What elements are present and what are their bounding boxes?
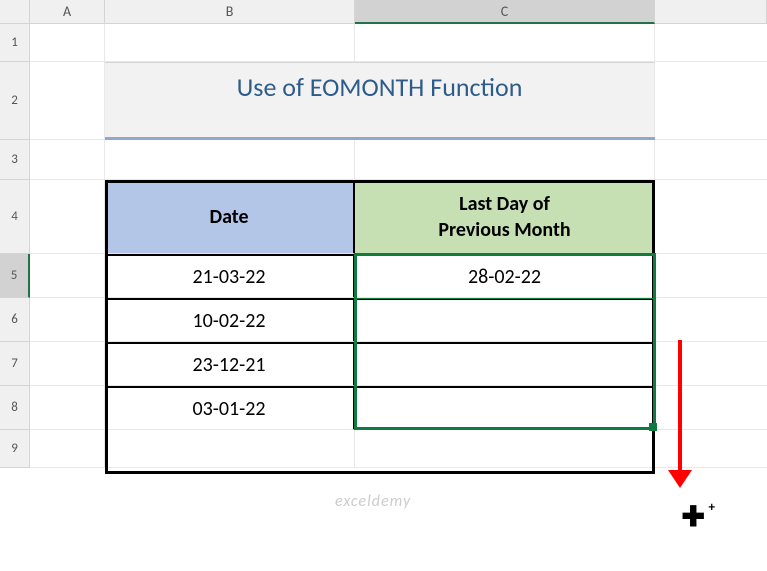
cell-a4[interactable] bbox=[30, 180, 105, 254]
arrow-annotation bbox=[668, 340, 692, 488]
row-header-5[interactable]: 5 bbox=[0, 254, 30, 298]
arrow-head-icon bbox=[668, 470, 692, 488]
cell-b1[interactable] bbox=[105, 24, 355, 62]
row-header-4[interactable]: 4 bbox=[0, 180, 30, 254]
cell-blank-6[interactable] bbox=[655, 298, 767, 342]
col-header-a[interactable]: A bbox=[30, 0, 105, 24]
cell-c3[interactable] bbox=[355, 140, 655, 180]
row-header-8[interactable]: 8 bbox=[0, 386, 30, 430]
cell-c5[interactable]: 28-02-22 bbox=[355, 254, 655, 298]
cell-b7[interactable]: 23-12-21 bbox=[105, 342, 355, 386]
cell-c1[interactable] bbox=[355, 24, 655, 62]
cell-a8[interactable] bbox=[30, 386, 105, 430]
cell-c9[interactable] bbox=[355, 430, 655, 468]
header-lastday-line1: Last Day of bbox=[438, 191, 570, 217]
cell-a3[interactable] bbox=[30, 140, 105, 180]
fill-cursor-plus-icon: + bbox=[709, 501, 715, 514]
cell-a2[interactable] bbox=[30, 62, 105, 140]
cell-b6[interactable]: 10-02-22 bbox=[105, 298, 355, 342]
cell-blank-3[interactable] bbox=[655, 140, 767, 180]
cell-b9[interactable] bbox=[105, 430, 355, 468]
row-header-3[interactable]: 3 bbox=[0, 140, 30, 180]
title-cell[interactable]: Use of EOMONTH Function bbox=[105, 62, 655, 140]
cell-c8[interactable] bbox=[355, 386, 655, 430]
col-header-b[interactable]: B bbox=[105, 0, 355, 24]
arrow-line bbox=[678, 340, 682, 470]
header-date[interactable]: Date bbox=[105, 180, 355, 254]
row-header-7[interactable]: 7 bbox=[0, 342, 30, 386]
col-header-c[interactable]: C bbox=[355, 0, 655, 24]
row-header-1[interactable]: 1 bbox=[0, 24, 30, 62]
cell-c6[interactable] bbox=[355, 298, 655, 342]
cell-a6[interactable] bbox=[30, 298, 105, 342]
row-header-9[interactable]: 9 bbox=[0, 430, 30, 468]
cell-a1[interactable] bbox=[30, 24, 105, 62]
cell-blank-5[interactable] bbox=[655, 254, 767, 298]
cell-a5[interactable] bbox=[30, 254, 105, 298]
cell-blank-1[interactable] bbox=[655, 24, 767, 62]
select-all-corner[interactable] bbox=[0, 0, 30, 24]
title-text: Use of EOMONTH Function bbox=[237, 63, 523, 103]
cell-blank-4[interactable] bbox=[655, 180, 767, 254]
row-header-6[interactable]: 6 bbox=[0, 298, 30, 342]
cell-b5[interactable]: 21-03-22 bbox=[105, 254, 355, 298]
watermark: exceldemy bbox=[335, 492, 411, 511]
cell-a9[interactable] bbox=[30, 430, 105, 468]
header-lastday-line2: Previous Month bbox=[438, 217, 570, 243]
cell-b3[interactable] bbox=[105, 140, 355, 180]
cell-c7[interactable] bbox=[355, 342, 655, 386]
spreadsheet-grid: A B C 1 2 Use of EOMONTH Function 3 4 Da… bbox=[0, 0, 767, 468]
cell-a7[interactable] bbox=[30, 342, 105, 386]
row-header-2[interactable]: 2 bbox=[0, 62, 30, 140]
fill-cursor-icon: ✚+ bbox=[682, 503, 705, 531]
cell-blank-2[interactable] bbox=[655, 62, 767, 140]
header-lastday[interactable]: Last Day of Previous Month bbox=[355, 180, 655, 254]
cell-b8[interactable]: 03-01-22 bbox=[105, 386, 355, 430]
col-header-blank bbox=[655, 0, 767, 24]
